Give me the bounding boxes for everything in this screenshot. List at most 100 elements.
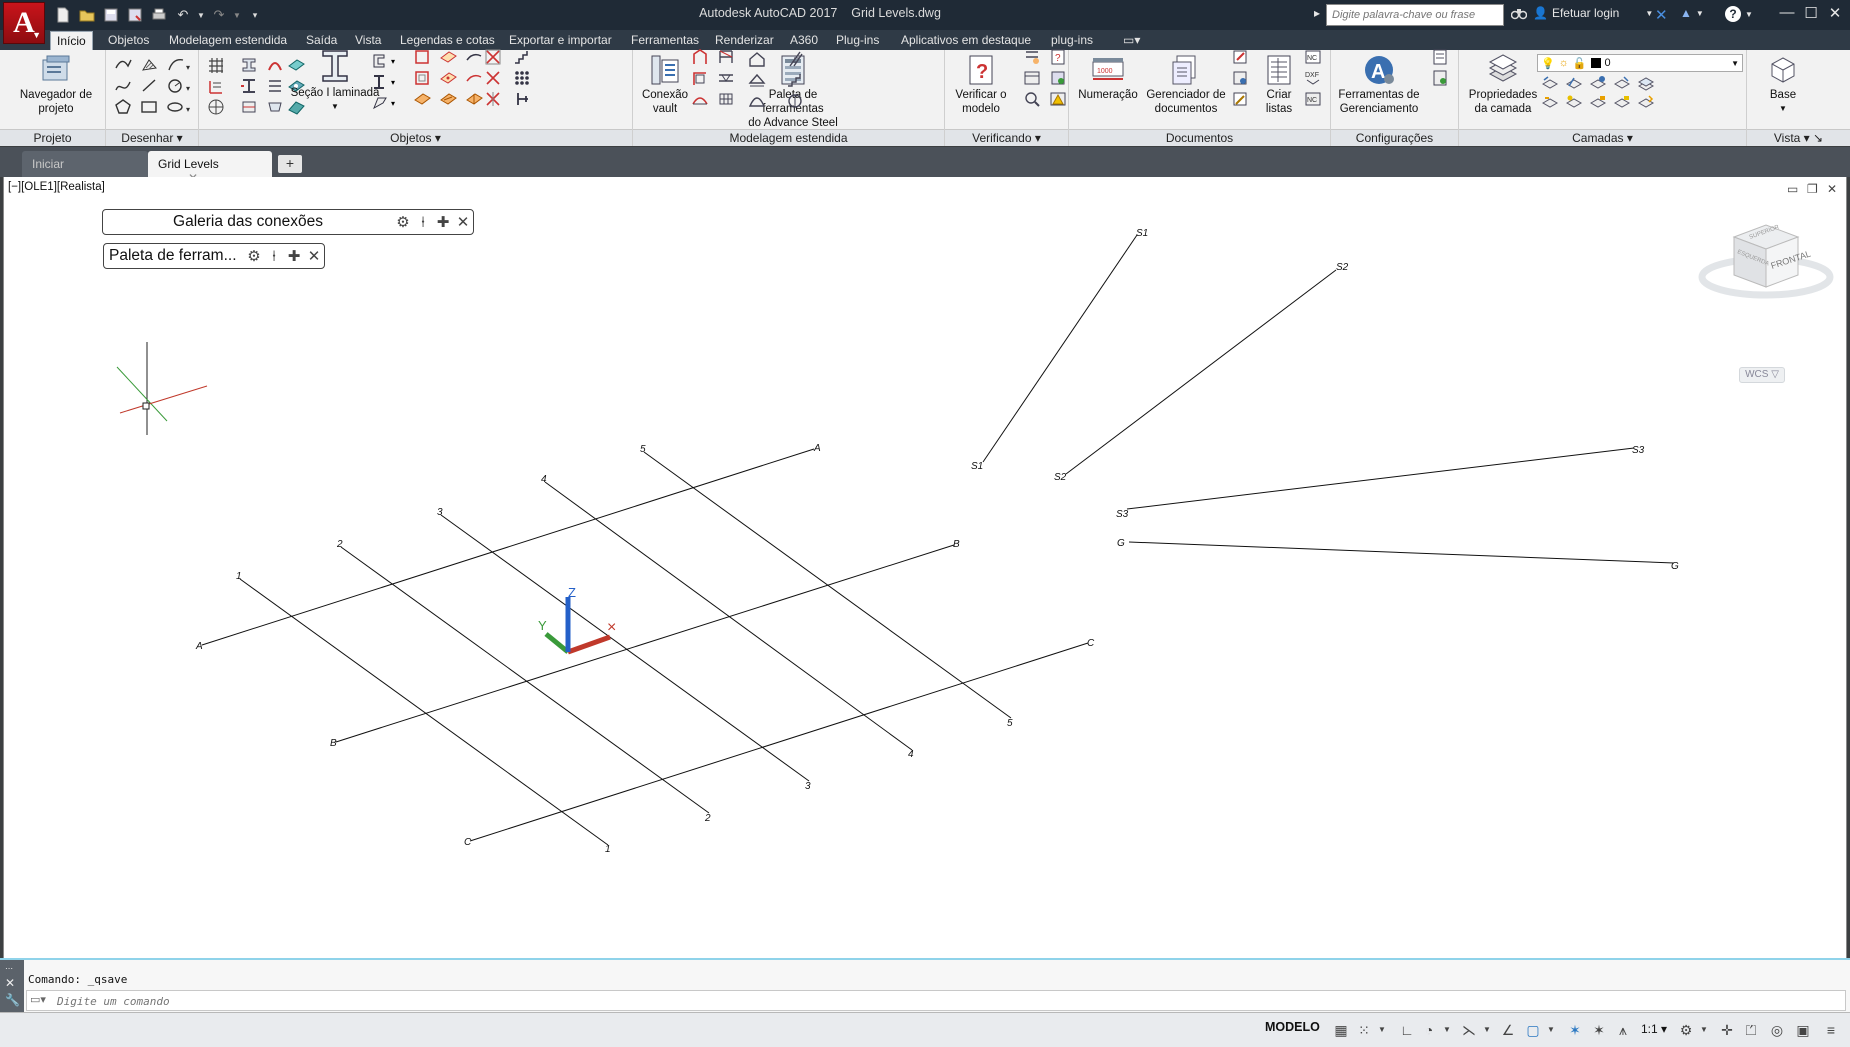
x-bracing-2-icon[interactable] [484,69,502,86]
save-as-icon[interactable] [124,6,146,24]
close-icon[interactable]: ✕ [5,976,15,990]
panel-title-documentos[interactable]: Documentos [1069,129,1330,146]
chevron-down-icon[interactable]: ▼ [1373,1021,1391,1039]
curved-beam-icon[interactable] [266,56,284,73]
base-view-button[interactable]: Base ▼ [1751,54,1815,116]
anchor-pattern-icon[interactable] [465,48,483,65]
line-icon[interactable] [140,77,158,94]
rotate-cage-icon[interactable] [786,92,804,109]
tab-plug-ins[interactable]: Plug-ins [830,31,885,50]
nc-export-icon[interactable]: NC [1304,48,1322,65]
search-input[interactable] [1326,4,1504,26]
layer-dropdown[interactable]: 💡 ☼ 🔓 0 ▼ [1537,54,1743,72]
clash-check-icon[interactable] [1023,48,1041,65]
truss-icon[interactable] [717,48,735,65]
channel-profile-icon[interactable]: ▾ [371,52,399,69]
x-bracing-3-icon[interactable] [484,90,502,107]
sheet-edit-icon[interactable] [1231,90,1249,107]
conexao-vault-button[interactable]: Conexão vault [637,54,693,116]
hatch-icon[interactable] [140,56,158,73]
cage-ladder-icon[interactable] [691,90,709,107]
new-tab-button[interactable]: + [278,155,302,173]
auto-scale-icon[interactable]: ✶ [1590,1021,1608,1039]
layer-off-icon[interactable] [1565,93,1583,110]
annotation-visibility-icon[interactable]: ✶ [1566,1021,1584,1039]
isometric-drafting-icon[interactable]: ⋋ [1460,1021,1478,1039]
annotation-scale-value[interactable]: 1:1 ▾ [1641,1022,1667,1036]
shear-stud-icon[interactable] [439,69,457,86]
annotation-monitor-icon[interactable]: ✛ [1718,1021,1736,1039]
tab-inicio[interactable]: Início [50,31,93,50]
chevron-down-icon[interactable]: ▼ [1478,1021,1496,1039]
panel-title-projeto[interactable]: Projeto [0,129,105,146]
anchor-bolt-icon[interactable] [513,90,531,107]
tab-aplicativos-destaque[interactable]: Aplicativos em destaque [895,31,1037,50]
redo-icon[interactable]: ↷ [208,6,230,24]
customize-toolbar-icon[interactable]: ▾ [244,6,266,24]
maximize-button[interactable]: ☐ [1800,4,1822,24]
spiral-stair-icon[interactable] [786,71,804,88]
stair-icon[interactable] [513,48,531,65]
panel-title-objetos[interactable]: Objetos ▾ [199,129,632,146]
beam-section-icon[interactable] [240,77,258,94]
login-button[interactable]: 👤 Efetuar login ▼ [1533,6,1653,20]
beam-icon[interactable] [240,56,258,73]
a360-icon[interactable]: ▲ ▼ [1680,6,1704,20]
undo-icon[interactable]: ↶ [172,6,194,24]
customization-menu-icon[interactable]: ≡ [1822,1021,1840,1039]
circle-icon[interactable]: ▾ [166,77,194,94]
weld-line-icon[interactable] [439,90,457,107]
command-prompt-icon[interactable]: ▭▾ [30,993,46,1006]
cold-rolled-icon[interactable]: ▾ [371,94,399,111]
ortho-mode-icon[interactable]: ∟ [1398,1021,1416,1039]
building-grid-icon[interactable] [207,56,225,73]
help-icon[interactable]: ? ▼ [1725,6,1753,22]
railing-icon[interactable] [717,90,735,107]
arc-icon[interactable]: ▾ [166,56,194,73]
shortening-icon[interactable] [465,90,483,107]
warning-icon[interactable] [1049,90,1067,107]
ribbon-options-icon[interactable]: ▭▾ [1117,31,1146,50]
application-menu-button[interactable]: A ▼ [3,2,45,44]
ellipse-icon[interactable]: ▾ [166,98,194,115]
house-icon[interactable] [748,50,766,67]
tab-iniciar[interactable]: Iniciar [22,151,148,177]
layer-match-icon[interactable] [1541,74,1559,91]
layer-isolate-icon[interactable] [1589,74,1607,91]
panel-title-modelagem[interactable]: Modelagem estendida [633,129,944,146]
chevron-down-icon[interactable]: ▼ [1438,1021,1456,1039]
redo-dropdown-icon[interactable]: ▼ [232,6,242,24]
annotation-scale-icon[interactable]: ⩚ [1614,1021,1632,1039]
settings-sheet-icon[interactable] [1431,48,1449,65]
undo-dropdown-icon[interactable]: ▼ [196,6,206,24]
criar-listas-button[interactable]: Criar listas [1261,54,1297,116]
ferramentas-gerenciamento-button[interactable]: A Ferramentas de Gerenciamento [1337,54,1421,116]
spline-icon[interactable] [114,77,132,94]
layer-previous-icon[interactable] [1565,74,1583,91]
tab-grid-levels[interactable]: Grid Levels ✕ [148,151,272,185]
ladder-icon[interactable] [786,50,804,67]
radial-grid-icon[interactable] [207,98,225,115]
gerenciador-documentos-button[interactable]: Gerenciador de documentos [1141,54,1231,116]
panel-title-desenhar[interactable]: Desenhar ▾ [106,129,198,146]
grip-icon[interactable]: ⋯ [5,964,13,973]
drawing-style-icon[interactable] [1231,48,1249,65]
weld-point-icon[interactable] [465,69,483,86]
command-input[interactable] [57,993,1757,1009]
polar-tracking-icon[interactable]: ◔ [1420,1021,1438,1039]
process-drawing-icon[interactable] [1231,69,1249,86]
marking-icon[interactable] [1049,69,1067,86]
wrench-icon[interactable]: 🔧 [5,993,20,1007]
snap-mode-icon[interactable]: ⁙ [1355,1021,1373,1039]
column-base-icon[interactable] [691,69,709,86]
grid-display-icon[interactable]: ▦ [1332,1021,1350,1039]
model-space-button[interactable]: MODELO [1265,1020,1320,1034]
settings-gear-icon[interactable] [1431,69,1449,86]
layer-merge-icon[interactable] [1637,93,1655,110]
tab-objetos[interactable]: Objetos [102,31,155,50]
panel-title-camadas[interactable]: Camadas ▾ [1459,129,1746,146]
polygon-icon[interactable] [114,98,132,115]
workspace-gear-icon[interactable]: ⚙ [1677,1021,1695,1039]
verificar-modelo-button[interactable]: ? Verificar o modelo [949,54,1013,116]
tapered-beam-icon[interactable] [266,98,284,115]
